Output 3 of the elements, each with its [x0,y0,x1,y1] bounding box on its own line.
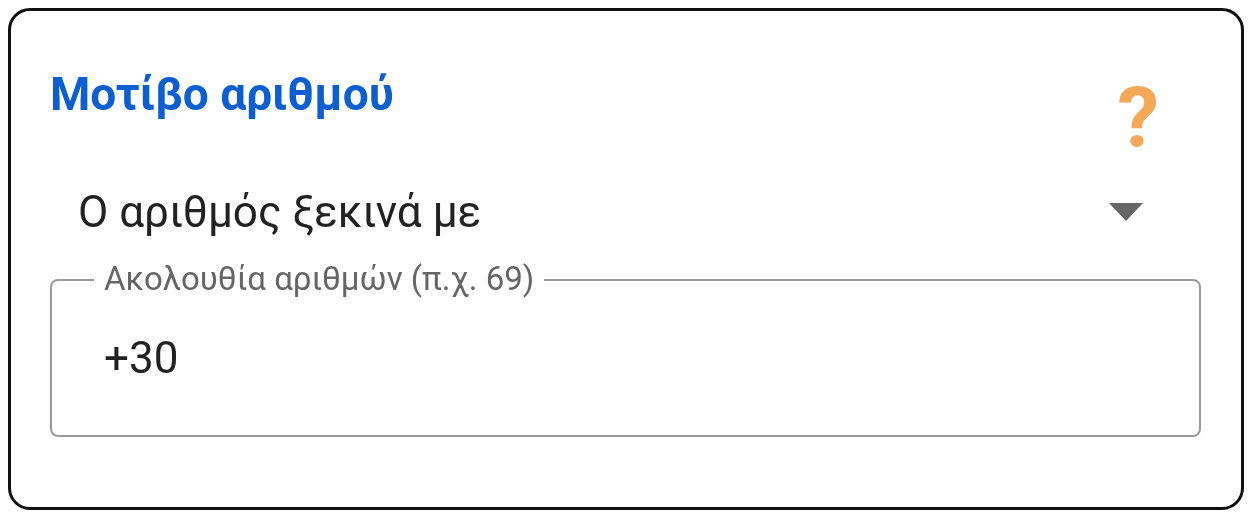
caret-icon [1109,203,1143,221]
dropdown[interactable]: Ο αριθμός ξεκινά με [50,183,1201,241]
card-title: Μοτίβο αριθμού [50,67,394,123]
